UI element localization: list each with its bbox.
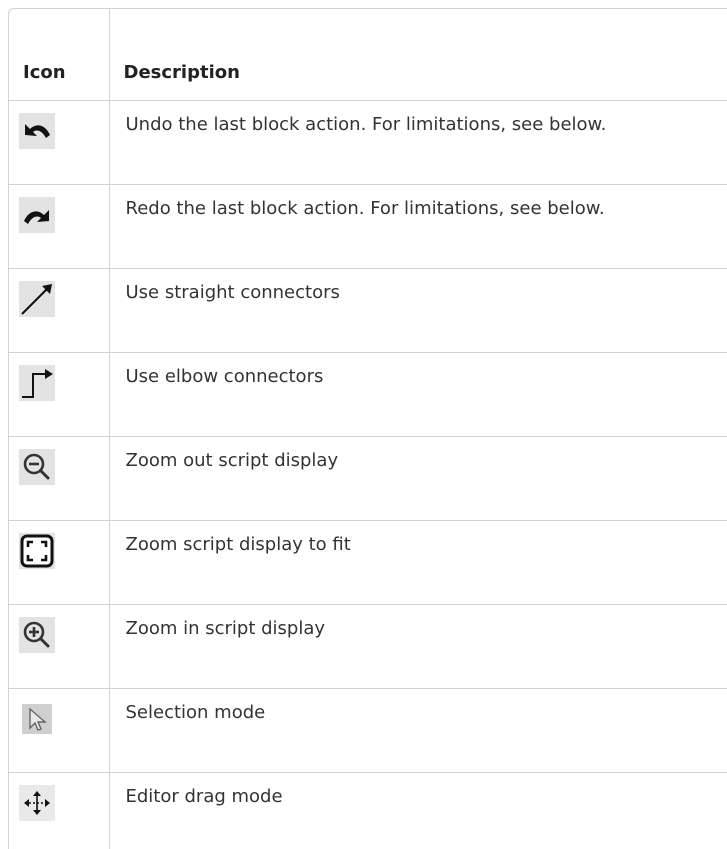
description-straight-connectors: Use straight connectors [109, 268, 727, 353]
description-elbow-connectors: Use elbow connectors [109, 352, 727, 437]
table-row: Zoom in script display [9, 604, 727, 689]
zoom-in-icon [19, 616, 55, 653]
table-row: Zoom script display to fit [9, 520, 727, 605]
elbow-connector-icon [19, 364, 55, 401]
description-zoom-fit: Zoom script display to fit [109, 520, 727, 605]
table-row: Undo the last block action. For limitati… [9, 100, 727, 185]
table-row: Use straight connectors [9, 268, 727, 353]
description-drag-mode: Editor drag mode [109, 772, 727, 849]
description-redo: Redo the last block action. For limitati… [109, 184, 727, 269]
drag-mode-icon [19, 784, 55, 821]
selection-mode-icon [22, 703, 52, 734]
table-row: Use elbow connectors [9, 352, 727, 437]
straight-connector-icon [19, 280, 55, 317]
table-row: Editor drag mode [9, 772, 727, 849]
undo-icon [19, 112, 55, 149]
table-row: Selection mode [9, 688, 727, 773]
description-zoom-in: Zoom in script display [109, 604, 727, 689]
table-row: Zoom out script display [9, 436, 727, 521]
description-zoom-out: Zoom out script display [109, 436, 727, 521]
zoom-fit-icon [19, 532, 55, 569]
zoom-out-icon [19, 448, 55, 485]
table-header-row: Icon Description [9, 9, 727, 101]
table-row: Redo the last block action. For limitati… [9, 184, 727, 269]
icon-reference-table-container: Icon Description Undo the last block act… [8, 8, 727, 849]
redo-icon [19, 196, 55, 233]
description-undo: Undo the last block action. For limitati… [109, 100, 727, 185]
description-selection-mode: Selection mode [109, 688, 727, 773]
header-description: Description [109, 9, 727, 101]
icon-reference-table: Icon Description Undo the last block act… [9, 9, 727, 849]
header-icon: Icon [9, 9, 110, 101]
